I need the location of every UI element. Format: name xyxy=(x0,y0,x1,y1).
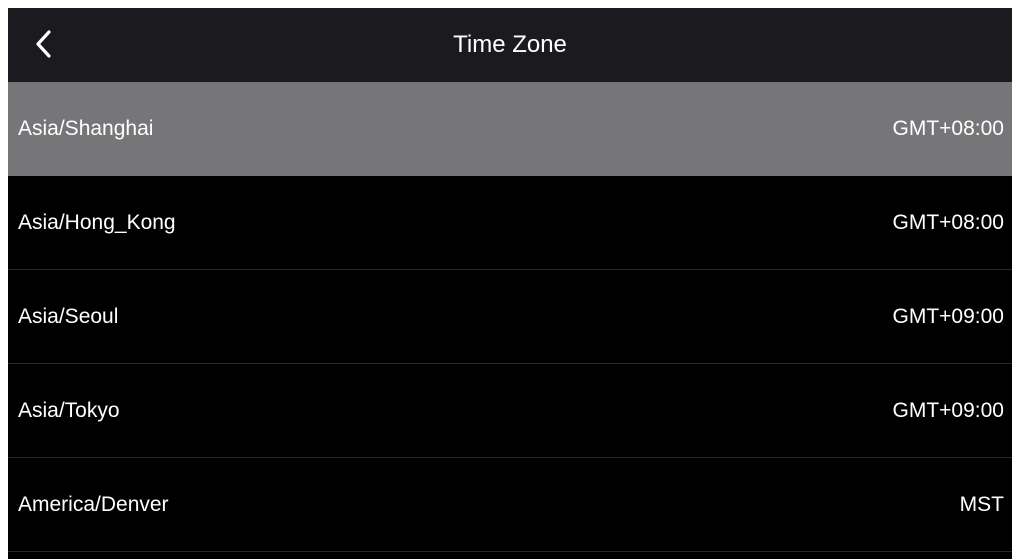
timezone-offset: GMT+09:00 xyxy=(892,398,1004,422)
back-button[interactable] xyxy=(22,22,66,66)
timezone-row-asia-shanghai[interactable]: Asia/Shanghai GMT+08:00 xyxy=(8,82,1012,176)
timezone-name: Asia/Hong_Kong xyxy=(18,210,176,234)
timezone-name: America/Denver xyxy=(18,492,169,516)
page-title: Time Zone xyxy=(453,31,567,58)
time-zone-screen: Time Zone Asia/Shanghai GMT+08:00 Asia/H… xyxy=(8,8,1012,559)
timezone-list: Asia/Shanghai GMT+08:00 Asia/Hong_Kong G… xyxy=(8,82,1012,552)
timezone-name: Asia/Tokyo xyxy=(18,398,120,422)
timezone-name: Asia/Seoul xyxy=(18,304,119,328)
timezone-row-asia-seoul[interactable]: Asia/Seoul GMT+09:00 xyxy=(8,270,1012,364)
chevron-left-icon xyxy=(36,30,51,58)
timezone-offset: GMT+08:00 xyxy=(892,116,1004,140)
timezone-row-america-denver[interactable]: America/Denver MST xyxy=(8,458,1012,552)
timezone-offset: MST xyxy=(959,492,1004,516)
timezone-name: Asia/Shanghai xyxy=(18,116,154,140)
timezone-row-asia-tokyo[interactable]: Asia/Tokyo GMT+09:00 xyxy=(8,364,1012,458)
timezone-row-asia-hong-kong[interactable]: Asia/Hong_Kong GMT+08:00 xyxy=(8,176,1012,270)
header-bar: Time Zone xyxy=(8,8,1012,82)
timezone-offset: GMT+09:00 xyxy=(892,304,1004,328)
timezone-offset: GMT+08:00 xyxy=(892,210,1004,234)
